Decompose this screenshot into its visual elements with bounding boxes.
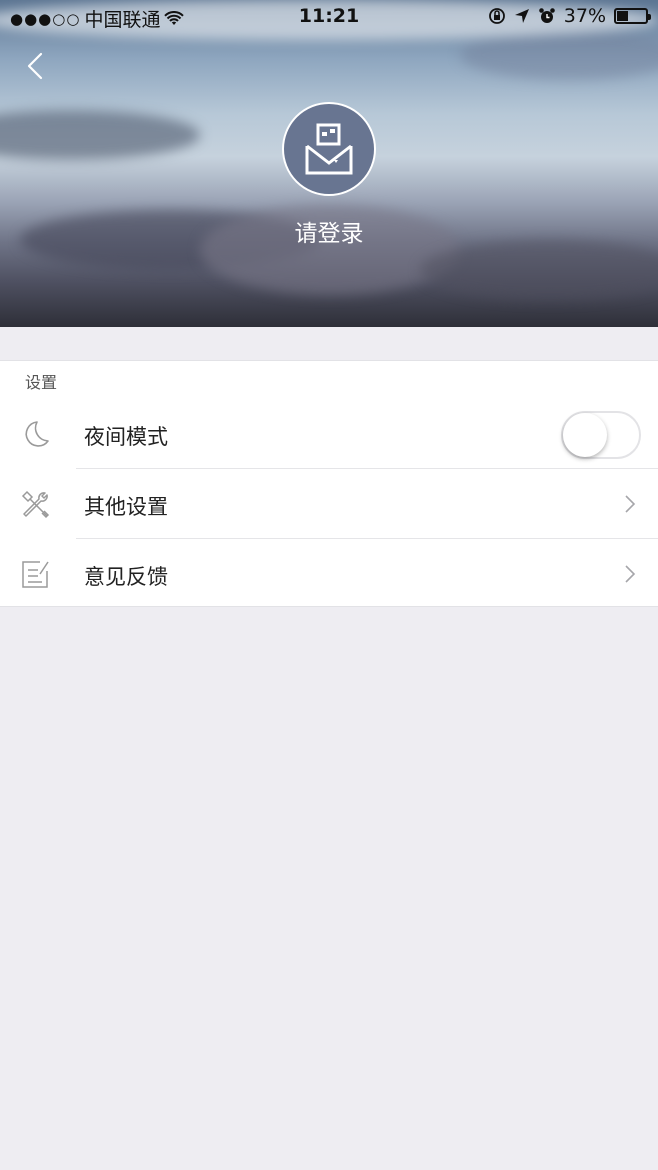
feedback-edit-icon bbox=[22, 561, 49, 588]
empty-content-area bbox=[0, 607, 658, 1170]
battery-icon bbox=[614, 8, 651, 24]
section-title: 设置 bbox=[25, 373, 58, 392]
settings-item-feedback[interactable]: 意见反馈 bbox=[0, 539, 658, 609]
battery-percent: 37% bbox=[563, 5, 606, 27]
moon-icon bbox=[25, 421, 49, 447]
settings-item-label: 意见反馈 bbox=[84, 565, 168, 589]
orientation-lock-icon bbox=[488, 8, 505, 24]
location-arrow-icon bbox=[514, 9, 529, 23]
cloud-decoration bbox=[420, 240, 658, 300]
status-right: 37% bbox=[488, 5, 651, 27]
profile-header: ●●●○○ 中国联通 11:21 37% 请登录 bbox=[0, 0, 658, 327]
chevron-right-icon bbox=[625, 565, 636, 583]
cloud-decoration bbox=[0, 110, 200, 160]
cloud-decoration bbox=[460, 30, 658, 80]
chevron-right-icon bbox=[625, 495, 636, 513]
night-mode-toggle[interactable] bbox=[561, 411, 641, 459]
settings-item-label: 夜间模式 bbox=[84, 425, 168, 449]
default-avatar-icon bbox=[305, 123, 353, 175]
status-bar: ●●●○○ 中国联通 11:21 37% bbox=[0, 0, 658, 34]
chevron-left-icon bbox=[27, 52, 43, 80]
avatar[interactable] bbox=[282, 102, 376, 196]
settings-item-label: 其他设置 bbox=[84, 495, 168, 519]
settings-section: 设置 夜间模式 其他设置 意见反馈 bbox=[0, 360, 658, 607]
settings-item-night-mode[interactable]: 夜间模式 bbox=[0, 399, 658, 469]
back-button[interactable] bbox=[18, 48, 54, 84]
alarm-icon bbox=[538, 8, 555, 23]
login-prompt[interactable]: 请登录 bbox=[0, 214, 658, 248]
settings-item-other-settings[interactable]: 其他设置 bbox=[0, 469, 658, 539]
battery-level-fill bbox=[617, 11, 629, 21]
toggle-knob bbox=[563, 413, 607, 457]
tools-icon bbox=[21, 490, 50, 519]
